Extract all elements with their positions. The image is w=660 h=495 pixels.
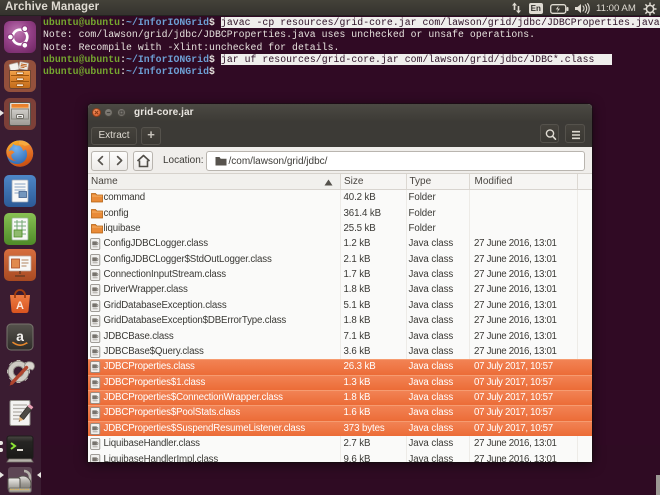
svg-text:a: a [16,328,24,344]
svg-text:A: A [16,300,24,312]
